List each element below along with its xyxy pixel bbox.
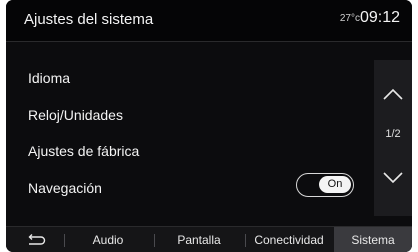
menu-item-ajustes-fabrica[interactable]: Ajustes de fábrica [6, 133, 366, 170]
scroll-down-button[interactable] [374, 158, 412, 206]
scrollbar: 1/2 [374, 60, 412, 216]
header-bar: Ajustes del sistema 27°c 09:12 [6, 0, 412, 42]
menu-item-label: Navegación [28, 179, 102, 196]
menu-item-idioma[interactable]: Idioma [6, 60, 366, 97]
page-indicator: 1/2 [385, 128, 401, 140]
menu-item-label: Ajustes de fábrica [28, 143, 140, 159]
screen: Ajustes del sistema 27°c 09:12 Idioma Re… [6, 0, 412, 252]
navigation-toggle[interactable]: On [296, 172, 354, 197]
menu-item-label: Reloj/Unidades [28, 106, 123, 123]
menu-item-reloj-unidades[interactable]: Reloj/Unidades [6, 97, 366, 134]
bottom-tab-bar: Audio Pantalla Conectividad Sistema [6, 226, 412, 252]
settings-list: Idioma Reloj/Unidades Ajustes de fábrica… [6, 60, 366, 206]
outside-temperature: 27°c [339, 13, 360, 24]
scroll-up-button[interactable] [374, 70, 412, 118]
tab-pantalla[interactable]: Pantalla [156, 227, 242, 252]
back-button[interactable] [6, 227, 62, 252]
back-arrow-icon [28, 234, 46, 245]
menu-item-navegacion[interactable]: Navegación On [6, 170, 366, 207]
tab-sistema[interactable]: Sistema [334, 227, 412, 252]
tab-conectividad[interactable]: Conectividad [246, 227, 332, 252]
toggle-state: On [319, 175, 351, 193]
chevron-up-icon [383, 88, 403, 100]
clock: 09:12 [359, 9, 400, 26]
page-title: Ajustes del sistema [24, 11, 154, 28]
menu-item-label: Idioma [28, 70, 71, 86]
tab-divider [154, 234, 155, 247]
tab-audio[interactable]: Audio [66, 227, 150, 252]
tab-divider [64, 234, 65, 247]
chevron-down-icon [383, 172, 403, 184]
